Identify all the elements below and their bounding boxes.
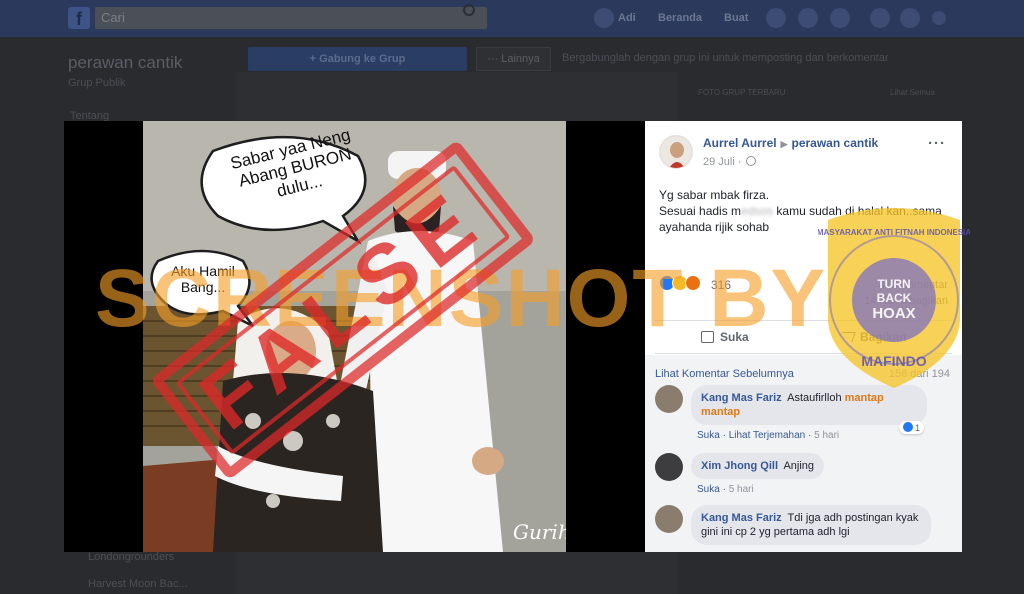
share-label: Bagikan (860, 330, 907, 344)
post-body: Yg sabar mbak firza. Sesuai hadis medsos… (659, 187, 949, 235)
shares-count-link[interactable]: 14 Kali dibagikan (864, 293, 948, 309)
recent-photos-header: FOTO GRUP TERBARU Lihat Semua (698, 88, 948, 97)
comment-bubble: Xim Jhong Qill Anjing (691, 453, 825, 479)
top-navigation-bar: f Cari Adi Beranda Buat (0, 0, 1024, 37)
commenter-name[interactable]: Xim Jhong Qill (701, 460, 778, 472)
comment-like-button[interactable]: Suka (697, 430, 720, 441)
post-text-line: ayahanda rijik sohab (659, 220, 770, 234)
search-input[interactable]: Cari (95, 7, 487, 29)
blurred-text: edsos (741, 204, 774, 218)
post-text-part: kamu sudah di halal kan..sama (773, 204, 942, 218)
commenter-name[interactable]: Kang Mas Fariz (701, 512, 782, 524)
comments-section: Lihat Komentar Sebelumnya 156 dari 194 K… (645, 355, 962, 552)
comments-progress: 156 dari 194 (888, 368, 950, 380)
speech-bubble-left-text: Aku Hamil Bang... (171, 263, 235, 295)
thumbs-up-icon (701, 331, 714, 343)
comment-meta: Suka · Lihat Terjemahan · 5 hari (697, 430, 840, 441)
like-button[interactable]: Suka (701, 330, 749, 344)
messenger-icon[interactable] (798, 8, 818, 28)
comment-text: Astaufirlloh (787, 392, 842, 404)
post-detail-panel: Aurrel Aurrel ▶ perawan cantik 29 Juli · ·… (645, 121, 962, 552)
globe-icon (745, 156, 756, 166)
comment-meta: Suka · 5 hari (697, 484, 754, 495)
account-menu-icon[interactable] (932, 11, 946, 25)
more-options-icon[interactable]: ··· (928, 135, 946, 152)
notifications-icon[interactable] (830, 8, 850, 28)
post-text-part: Sesuai hadis m (659, 204, 742, 218)
comment-text: Anjing (783, 460, 815, 472)
sidebar-group-item[interactable]: Harvest Moon Bac... (88, 578, 188, 590)
friends-icon[interactable] (766, 8, 786, 28)
comment-tag[interactable]: mantap (845, 392, 884, 404)
see-translation-link[interactable]: Lihat Terjemahan (729, 430, 806, 441)
photo-signature: Gurih (513, 520, 566, 544)
comment-time[interactable]: 5 hari (814, 430, 839, 441)
commenter-name[interactable]: Kang Mas Fariz (701, 392, 782, 404)
arrow-right-icon: ▶ (780, 139, 788, 149)
comment-like-badge[interactable]: 1 (899, 421, 925, 434)
join-group-button[interactable]: + Gabung ke Grup (248, 47, 467, 71)
comment-like-count: 1 (915, 423, 921, 433)
help-icon[interactable] (900, 8, 920, 28)
post-photo[interactable]: Gurih Sabar yaa Neng Abang BURON dulu...… (143, 121, 566, 552)
more-button[interactable]: ··· Lainnya (476, 47, 551, 71)
post-timestamp[interactable]: 29 Juli · (703, 156, 756, 168)
post-text-line: Yg sabar mbak firza. (659, 188, 770, 202)
nav-profile-name[interactable]: Adi (618, 12, 636, 24)
post-author-line: Aurrel Aurrel ▶ perawan cantik (703, 136, 878, 150)
post-stats: 473 Komentar 14 Kali dibagikan (864, 277, 948, 309)
post-date-text[interactable]: 29 Juli · (703, 156, 742, 168)
comment-bubble: Kang Mas Fariz Tdi jga adh postingan kya… (691, 505, 931, 545)
comments-count-link[interactable]: 473 Komentar (864, 277, 948, 293)
post-action-bar: Suka Bagikan (655, 320, 952, 354)
search-icon[interactable] (463, 4, 475, 16)
post-text-line-2: Sesuai hadis medsos kamu sudah di halal … (659, 203, 949, 219)
share-button[interactable]: Bagikan (839, 330, 907, 344)
see-all-link[interactable]: Lihat Semua (890, 88, 935, 97)
angry-reaction-icon (685, 275, 701, 291)
view-previous-comments-link[interactable]: Lihat Komentar Sebelumnya (655, 368, 794, 380)
like-reaction-icon (903, 422, 913, 432)
recent-photos-label: FOTO GRUP TERBARU (698, 88, 786, 97)
nav-create[interactable]: Buat (724, 12, 748, 24)
comment-time[interactable]: 5 hari (729, 484, 754, 495)
quick-help-icon[interactable] (870, 8, 890, 28)
sidebar-group-item[interactable]: Londongrounders (88, 551, 174, 563)
group-title[interactable]: perawan cantik (68, 53, 182, 73)
author-avatar[interactable] (659, 135, 693, 169)
profile-avatar[interactable] (594, 8, 614, 28)
nav-home[interactable]: Beranda (658, 12, 702, 24)
reaction-count: 316 (711, 278, 732, 292)
commenter-avatar[interactable] (655, 505, 683, 533)
group-name-link[interactable]: perawan cantik (792, 136, 879, 150)
author-name-link[interactable]: Aurrel Aurrel (703, 136, 777, 150)
like-label: Suka (720, 330, 749, 344)
group-privacy-label: Grup Publik (68, 77, 126, 89)
commenter-avatar[interactable] (655, 385, 683, 413)
commenter-avatar[interactable] (655, 453, 683, 481)
share-arrow-icon (839, 332, 856, 342)
join-hint-text: Bergabunglah dengan grup ini untuk mempo… (562, 52, 889, 64)
comment-like-button[interactable]: Suka (697, 484, 720, 495)
comment-bubble: Kang Mas Fariz Astaufirlloh mantap manta… (691, 385, 927, 425)
comment-tag[interactable]: mantap (701, 406, 740, 418)
facebook-logo[interactable]: f (68, 7, 90, 29)
